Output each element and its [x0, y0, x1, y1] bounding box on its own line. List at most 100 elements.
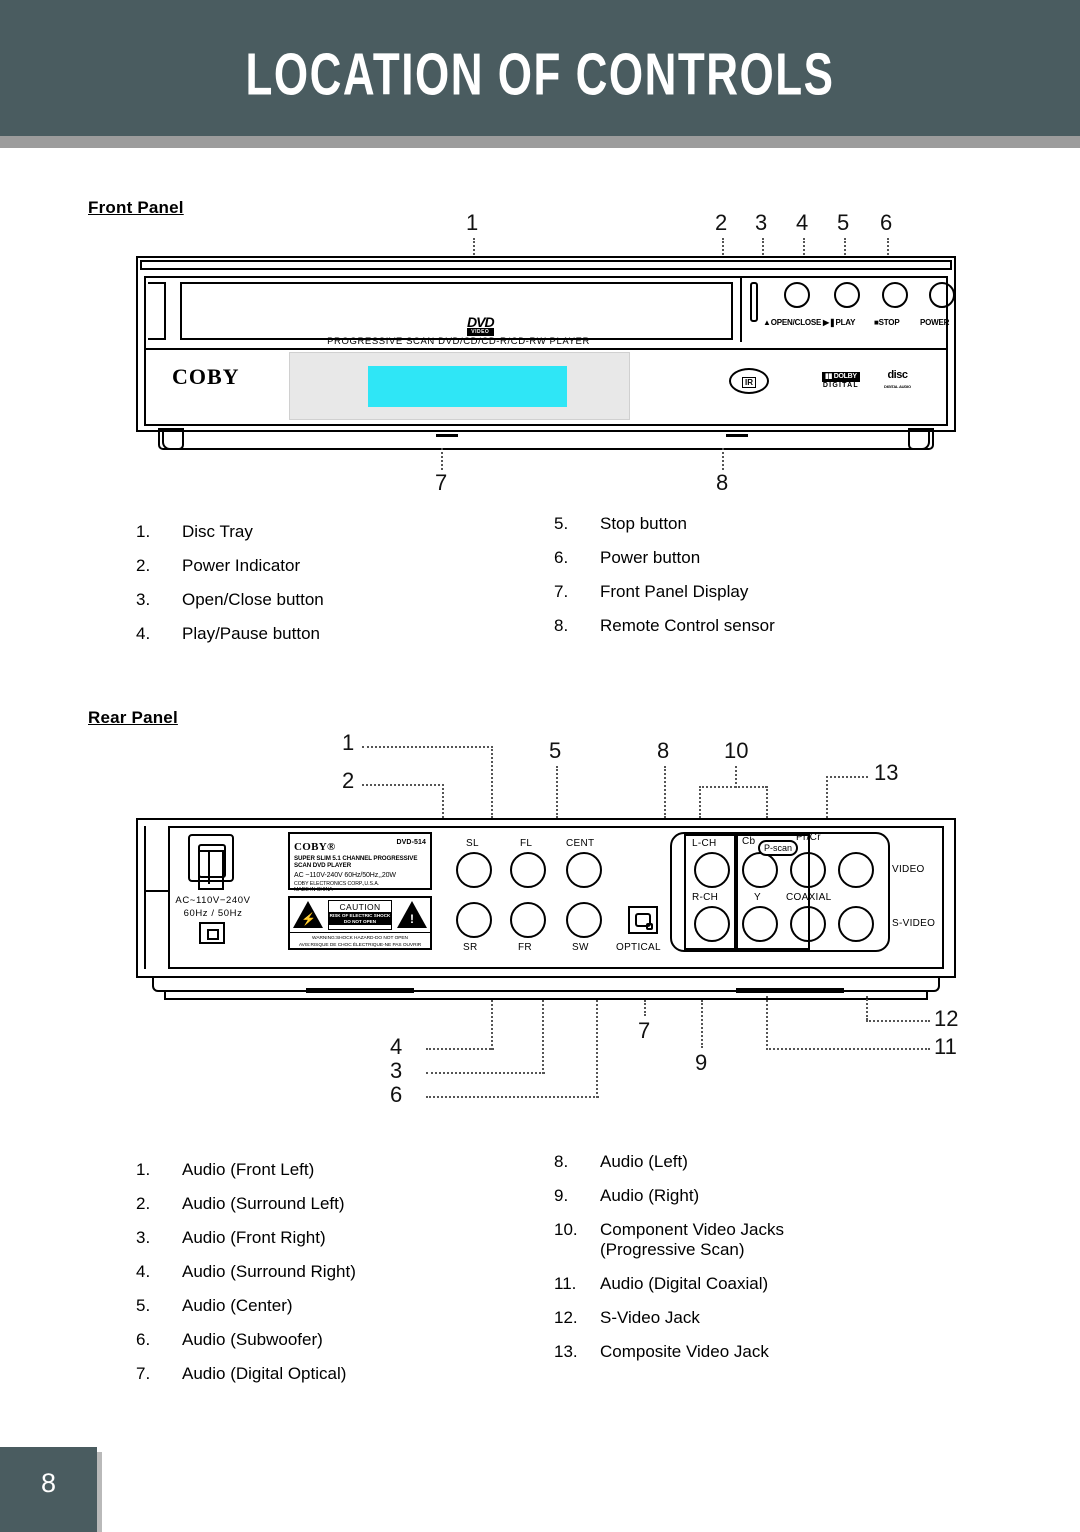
- front-panel-foot-mark-right: [726, 434, 748, 437]
- caution-warn-en: WARNING:SHOCK HAZARD-DO NOT OPEN: [312, 936, 408, 941]
- list-item-number: 10.: [554, 1220, 578, 1239]
- rear-panel-heading: Rear Panel: [88, 708, 178, 727]
- list-item-text-main: Component Video Jacks: [600, 1220, 784, 1239]
- list-item-text: Remote Control sensor: [600, 616, 775, 635]
- front-panel-foot-left: [158, 428, 184, 450]
- optical-inner: [635, 913, 653, 930]
- dolby-logo-bottom: DIGITAL: [822, 382, 859, 389]
- list-item: 4. Audio (Surround Right): [136, 1262, 536, 1282]
- rear-callout-13: 13: [874, 760, 899, 785]
- list-item-number: 2.: [136, 556, 151, 575]
- spec-line-5: MADE IN CHINA: [294, 887, 333, 894]
- jack-surround-right[interactable]: [456, 902, 492, 938]
- ac-voltage-switch[interactable]: [199, 922, 225, 944]
- jack-component-pr[interactable]: [790, 852, 826, 888]
- page-number: 8: [40, 1468, 57, 1498]
- rear-leader-12-h: [866, 1020, 930, 1022]
- front-panel-list-left: 1. Disc Tray 2. Power Indicator 3. Open/…: [136, 522, 516, 658]
- power-button[interactable]: [929, 282, 955, 308]
- jack-component-y[interactable]: [742, 906, 778, 942]
- caution-sub: RISK OF ELECTRIC SHOCK DO NOT OPEN: [329, 912, 391, 926]
- front-leader-2: [722, 238, 724, 258]
- rear-callout-9: 9: [695, 1050, 708, 1075]
- play-pause-button[interactable]: [834, 282, 860, 308]
- rear-leader-13-h: [826, 776, 868, 778]
- rear-leader-5: [556, 766, 558, 818]
- rear-callout-1: 1: [342, 730, 355, 755]
- jack-audio-left[interactable]: [694, 852, 730, 888]
- jack-center[interactable]: [566, 852, 602, 888]
- jack-s-video[interactable]: [838, 906, 874, 942]
- list-item-text: Component Video Jacks (Progressive Scan): [600, 1220, 974, 1260]
- remote-sensor: IR: [729, 368, 769, 394]
- rear-leader-13-v: [826, 776, 828, 818]
- list-item: 3. Open/Close button: [136, 590, 516, 610]
- rear-leader-10-l: [699, 786, 701, 818]
- list-item-number: 8.: [554, 1152, 569, 1171]
- jack-front-left[interactable]: [510, 852, 546, 888]
- front-leader-6: [887, 238, 889, 258]
- remote-sensor-label: IR: [742, 377, 756, 388]
- list-item-number: 6.: [136, 1330, 151, 1349]
- stop-button[interactable]: [882, 282, 908, 308]
- jack-digital-optical[interactable]: [628, 906, 658, 934]
- open-close-button[interactable]: [784, 282, 810, 308]
- list-item-number: 2.: [136, 1194, 151, 1213]
- rear-callout-11: 11: [934, 1034, 957, 1059]
- front-leader-5: [844, 238, 846, 258]
- jack-label-r-ch: R-CH: [692, 892, 719, 903]
- rear-panel-foot-right: [736, 988, 844, 993]
- list-item: 5. Stop button: [554, 514, 954, 534]
- jack-label-sw: SW: [572, 942, 589, 953]
- jack-component-cb[interactable]: [742, 852, 778, 888]
- front-panel-display: [368, 366, 567, 407]
- jack-subwoofer[interactable]: [566, 902, 602, 938]
- list-item-text: Stop button: [600, 514, 687, 533]
- list-item-number: 8.: [554, 616, 569, 635]
- rear-panel-foot-left: [306, 988, 414, 993]
- rear-panel-left-edge: [144, 826, 146, 969]
- tray-format-text: PROGRESSIVE SCAN DVD/CD/CD-R/CD-RW PLAYE…: [327, 336, 590, 347]
- optical-port-dot: [646, 923, 653, 930]
- jack-front-right[interactable]: [510, 902, 546, 938]
- list-item-number: 4.: [136, 624, 151, 643]
- list-item-text: Audio (Right): [600, 1186, 700, 1205]
- list-item: 5. Audio (Center): [136, 1296, 536, 1316]
- rear-leader-6-v: [596, 1000, 598, 1098]
- rear-leader-6-h: [426, 1096, 599, 1098]
- list-item: 3. Audio (Front Right): [136, 1228, 536, 1248]
- list-item-number: 7.: [554, 582, 569, 601]
- spec-line-2: SCAN DVD PLAYER: [294, 862, 352, 870]
- jack-surround-left[interactable]: [456, 852, 492, 888]
- front-panel-foot-mark-left: [436, 434, 458, 437]
- list-item-text: Audio (Surround Right): [182, 1262, 356, 1281]
- jack-label-optical: OPTICAL: [616, 942, 661, 953]
- list-item-number: 13.: [554, 1342, 578, 1361]
- jack-composite-video[interactable]: [838, 852, 874, 888]
- list-item-text: S-Video Jack: [600, 1308, 700, 1327]
- list-item-text: Audio (Surround Left): [182, 1194, 345, 1213]
- rear-leader-3-v: [542, 1000, 544, 1074]
- page-content: Front Panel 1 2 3 4 5 6 DVD VIDEO PROGRE…: [36, 170, 1044, 1410]
- list-item: 6. Power button: [554, 548, 954, 568]
- rear-leader-11-h: [766, 1048, 930, 1050]
- spec-line-1: SUPER SLIM 5.1 CHANNEL PROGRESSIVE: [294, 855, 418, 862]
- list-item: 8. Remote Control sensor: [554, 616, 954, 636]
- jack-label-cb: Cb: [742, 836, 756, 847]
- list-item-number: 1.: [136, 1160, 151, 1179]
- front-callout-8: 8: [716, 470, 729, 495]
- jack-digital-coaxial[interactable]: [790, 906, 826, 942]
- front-panel-list-right: 5. Stop button 6. Power button 7. Front …: [554, 514, 954, 650]
- p-scan-badge: P-scan: [758, 840, 799, 856]
- page-title: LOCATION OF CONTROLS: [245, 42, 835, 109]
- caution-sub-2: DO NOT OPEN: [343, 918, 377, 924]
- list-item-text: Audio (Center): [182, 1296, 293, 1315]
- jack-audio-right[interactable]: [694, 906, 730, 942]
- ac-rating-text: AC~110V−240V 60Hz / 50Hz: [172, 894, 254, 920]
- rear-callout-12: 12: [934, 1006, 959, 1031]
- list-item-text: Audio (Front Left): [182, 1160, 315, 1179]
- disc-tray[interactable]: DVD VIDEO PROGRESSIVE SCAN DVD/CD/CD-R/C…: [180, 282, 733, 347]
- caution-label: ⚡ CAUTION RISK OF ELECTRIC SHOCK DO NOT …: [288, 896, 432, 950]
- rear-callout-2: 2: [342, 768, 355, 793]
- caution-warn-fr: AVIS:RISQUE DE CHOC ÉLECTRIQUE-NE PAS OU…: [298, 943, 422, 948]
